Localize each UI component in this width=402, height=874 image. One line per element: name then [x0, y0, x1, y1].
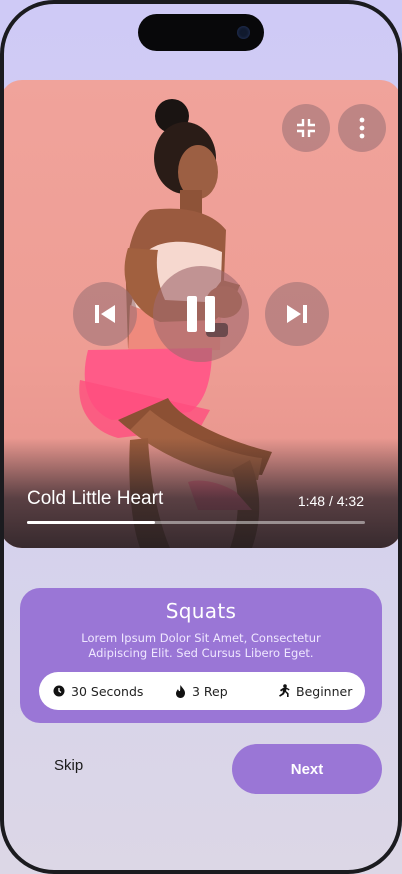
skip-previous-icon	[95, 305, 115, 323]
skip-next-icon	[287, 305, 307, 323]
running-icon	[279, 684, 290, 697]
stat-duration: 30 Seconds	[53, 672, 143, 710]
stat-duration-label: 30 Seconds	[71, 683, 144, 699]
pause-icon	[187, 296, 215, 332]
camera-icon	[237, 26, 250, 39]
more-options-button[interactable]	[338, 104, 386, 152]
pause-button[interactable]	[153, 266, 249, 362]
exercise-stats: 30 Seconds 3 Rep Beginner	[39, 672, 365, 710]
previous-button[interactable]	[73, 282, 137, 346]
stat-reps-label: 3 Rep	[192, 683, 228, 699]
stat-level-label: Beginner	[296, 683, 353, 699]
minimize-button[interactable]	[282, 104, 330, 152]
dynamic-island	[138, 14, 264, 51]
progress-fill	[27, 521, 156, 524]
track-title: Cold Little Heart	[27, 488, 164, 509]
progress-bar[interactable]	[27, 521, 365, 524]
flame-icon	[176, 684, 185, 698]
video-player[interactable]: Cold Little Heart 1:48 / 4:32	[0, 80, 402, 548]
stat-reps: 3 Rep	[175, 672, 228, 710]
stat-level: Beginner	[276, 672, 352, 710]
exercise-card: Squats Lorem Ipsum Dolor Sit Amet, Conse…	[20, 588, 382, 723]
clock-icon	[53, 685, 65, 697]
next-track-button[interactable]	[265, 282, 329, 346]
exercise-description: Lorem Ipsum Dolor Sit Amet, Consectetur …	[81, 631, 321, 660]
skip-button[interactable]: Skip	[54, 757, 83, 774]
next-button[interactable]: Next	[232, 744, 382, 794]
exercise-title: Squats	[165, 599, 237, 623]
track-time: 1:48 / 4:32	[297, 493, 364, 509]
more-vertical-icon	[359, 117, 365, 139]
minimize-icon	[297, 119, 315, 137]
